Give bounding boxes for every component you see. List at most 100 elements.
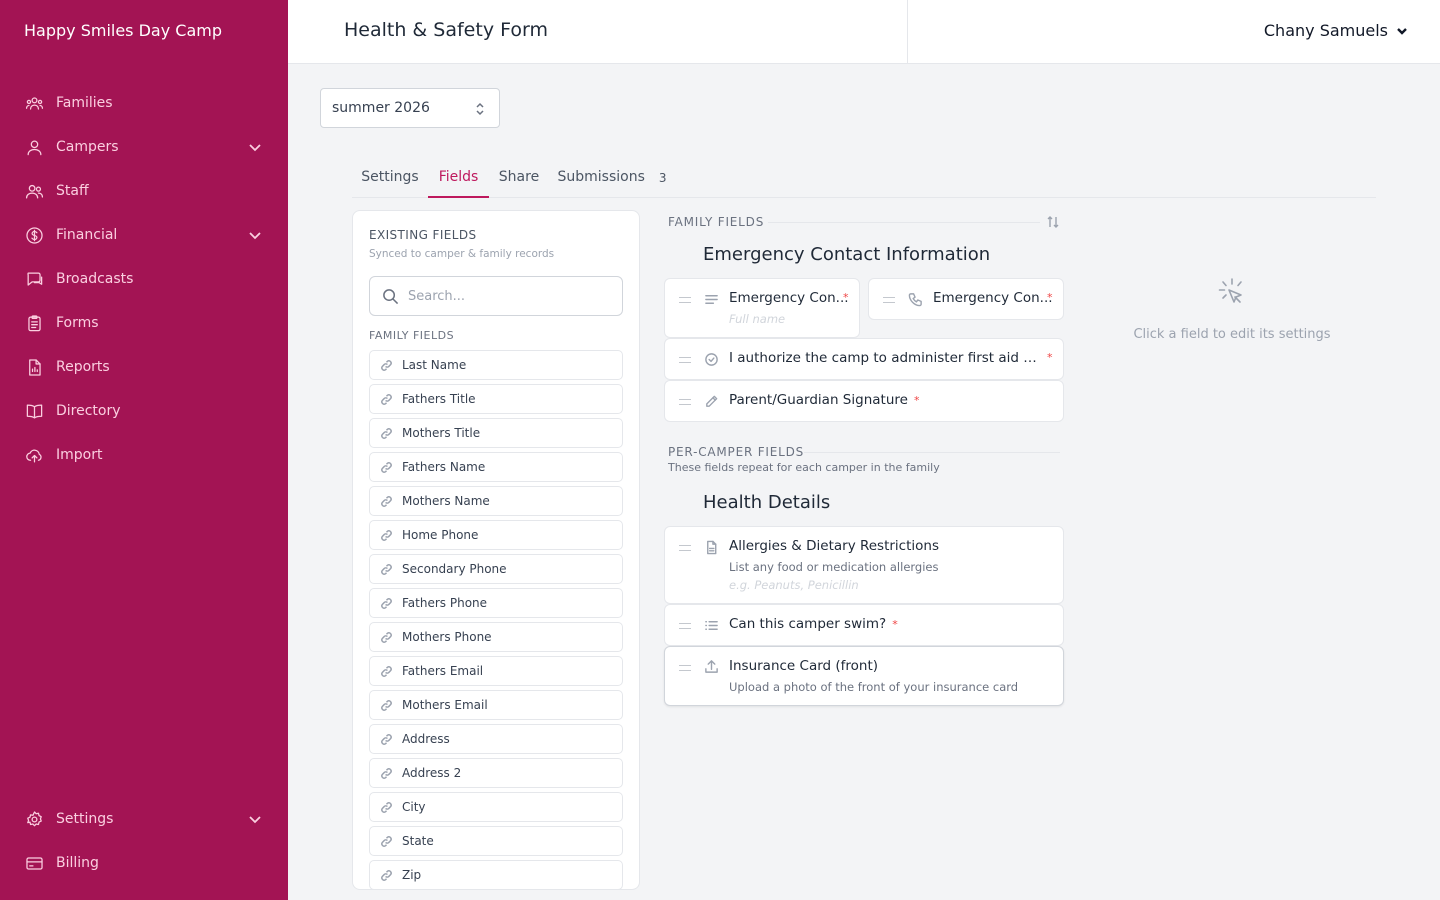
existing-field-item[interactable]: Mothers Phone — [369, 622, 623, 652]
drag-handle-icon[interactable] — [679, 545, 691, 551]
cursor-click-icon — [1214, 276, 1250, 312]
form-tabs: Settings Fields Share Submissions 3 — [352, 158, 1376, 198]
existing-field-item[interactable]: Secondary Phone — [369, 554, 623, 584]
check-circle-icon — [704, 352, 720, 368]
drag-handle-icon[interactable] — [679, 623, 691, 629]
credit-card-icon — [24, 853, 44, 873]
dollar-icon — [24, 225, 44, 245]
tab-settings[interactable]: Settings — [352, 158, 428, 198]
sidebar-item-label: Settings — [56, 811, 114, 827]
existing-field-item[interactable]: Fathers Name — [369, 452, 623, 482]
existing-field-item[interactable]: Address — [369, 724, 623, 754]
form-field-card[interactable]: Insurance Card (front) Upload a photo of… — [664, 646, 1064, 706]
drag-handle-icon[interactable] — [679, 357, 691, 363]
sidebar-item-broadcasts[interactable]: Broadcasts — [0, 259, 288, 299]
existing-field-item[interactable]: Home Phone — [369, 520, 623, 550]
existing-field-item[interactable]: Mothers Email — [369, 690, 623, 720]
sidebar-item-settings[interactable]: Settings — [0, 799, 288, 839]
sidebar-item-label: Staff — [56, 183, 89, 199]
tab-submissions[interactable]: Submissions 3 — [549, 158, 675, 198]
field-label: Emergency Con... — [729, 290, 849, 306]
existing-field-label: Mothers Email — [402, 698, 488, 712]
sidebar-item-label: Campers — [56, 139, 119, 155]
sidebar-item-reports[interactable]: Reports — [0, 347, 288, 387]
existing-field-item[interactable]: State — [369, 826, 623, 856]
existing-field-label: Fathers Email — [402, 664, 484, 678]
sidebar-item-staff[interactable]: Staff — [0, 171, 288, 211]
sidebar-item-import[interactable]: Import — [0, 435, 288, 475]
existing-field-item[interactable]: Fathers Phone — [369, 588, 623, 618]
sidebar-item-campers[interactable]: Campers — [0, 127, 288, 167]
field-label: I authorize the camp to administer first… — [729, 350, 1041, 366]
chevron-down-icon — [248, 228, 262, 242]
field-search-box[interactable] — [369, 276, 623, 316]
staff-icon — [24, 181, 44, 201]
sidebar-item-financial[interactable]: Financial — [0, 215, 288, 255]
existing-field-label: Fathers Title — [402, 392, 476, 406]
sidebar-item-billing[interactable]: Billing — [0, 843, 288, 883]
link-icon — [381, 801, 392, 813]
cloud-upload-icon — [24, 445, 44, 465]
header-divider — [907, 0, 908, 64]
link-icon — [381, 665, 392, 677]
sidebar-item-forms[interactable]: Forms — [0, 303, 288, 343]
form-field-card[interactable]: Can this camper swim? * — [664, 604, 1064, 646]
tab-share[interactable]: Share — [489, 158, 549, 198]
gear-icon — [24, 809, 44, 829]
user-menu[interactable]: Chany Samuels — [1264, 21, 1408, 40]
existing-field-label: Mothers Name — [402, 494, 490, 508]
sort-icon[interactable] — [1046, 214, 1060, 228]
existing-field-item[interactable]: City — [369, 792, 623, 822]
link-icon — [381, 869, 392, 881]
field-placeholder: Full name — [729, 312, 786, 326]
camper-fields-description: These fields repeat for each camper in t… — [668, 461, 940, 474]
drag-handle-icon[interactable] — [679, 665, 691, 671]
brand-name: Happy Smiles Day Camp — [24, 21, 222, 40]
link-icon — [381, 699, 392, 711]
sidebar-item-label: Broadcasts — [56, 271, 134, 287]
existing-field-label: Fathers Name — [402, 460, 486, 474]
link-icon — [381, 393, 392, 405]
report-icon — [24, 357, 44, 377]
sidebar-item-label: Forms — [56, 315, 99, 331]
existing-field-item[interactable]: Fathers Title — [369, 384, 623, 414]
existing-field-label: Address — [402, 732, 450, 746]
drag-handle-icon[interactable] — [679, 399, 691, 405]
form-field-card[interactable]: Allergies & Dietary Restrictions List an… — [664, 526, 1064, 604]
field-search-input[interactable] — [408, 288, 608, 304]
drag-handle-icon[interactable] — [883, 297, 895, 303]
clipboard-icon — [24, 313, 44, 333]
existing-field-item[interactable]: Mothers Name — [369, 486, 623, 516]
existing-field-label: Mothers Phone — [402, 630, 492, 644]
sidebar-item-families[interactable]: Families — [0, 83, 288, 123]
existing-field-label: City — [402, 800, 426, 814]
existing-field-label: Fathers Phone — [402, 596, 488, 610]
page-title: Health & Safety Form — [344, 19, 548, 41]
existing-field-item[interactable]: Last Name — [369, 350, 623, 380]
existing-fields-subtitle: Synced to camper & family records — [369, 248, 555, 260]
form-field-card[interactable]: I authorize the camp to administer first… — [664, 338, 1064, 380]
tab-fields[interactable]: Fields — [428, 158, 489, 198]
sidebar: Happy Smiles Day Camp Families Campers S… — [0, 0, 288, 900]
form-field-card[interactable]: Emergency Con... * Full name — [664, 278, 860, 338]
existing-field-label: Address 2 — [402, 766, 462, 780]
existing-field-item[interactable]: Zip — [369, 860, 623, 889]
drag-handle-icon[interactable] — [679, 297, 691, 303]
sidebar-item-directory[interactable]: Directory — [0, 391, 288, 431]
field-label: Parent/Guardian Signature * — [729, 392, 919, 408]
existing-field-item[interactable]: Mothers Title — [369, 418, 623, 448]
group-title-emergency: Emergency Contact Information — [703, 244, 991, 265]
form-field-card[interactable]: Emergency Con... * — [868, 278, 1064, 320]
season-select[interactable]: summer 2026 — [320, 88, 500, 128]
existing-field-label: Last Name — [402, 358, 467, 372]
required-marker: * — [843, 291, 849, 304]
user-name: Chany Samuels — [1263, 21, 1388, 40]
existing-field-label: Secondary Phone — [402, 562, 507, 576]
existing-field-item[interactable]: Address 2 — [369, 758, 623, 788]
link-icon — [381, 597, 392, 609]
user-icon — [24, 137, 44, 157]
existing-field-item[interactable]: Fathers Email — [369, 656, 623, 686]
required-marker: * — [1047, 291, 1053, 304]
upload-icon — [704, 659, 720, 675]
form-field-card[interactable]: Parent/Guardian Signature * — [664, 380, 1064, 422]
